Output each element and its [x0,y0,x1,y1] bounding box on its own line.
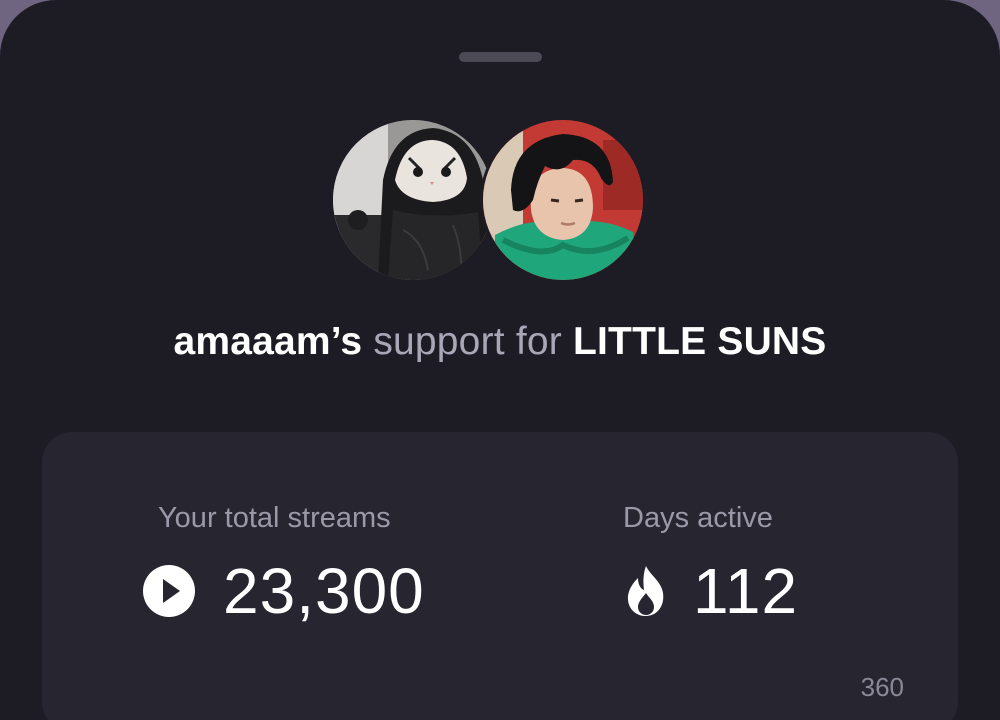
sheet-drag-handle[interactable] [459,52,542,62]
user-avatar-image [333,120,493,280]
total-streams-value: 23,300 [223,555,425,627]
bottom-sheet: amaaam’s support for LITTLE SUNS Your to… [0,0,1000,720]
flame-icon [627,566,664,616]
avatar-group [0,117,1000,288]
page-title: amaaam’s support for LITTLE SUNS [0,318,1000,366]
artist-avatar [480,117,646,283]
chart-axis-tick: 360 [860,672,904,702]
artist-name: LITTLE SUNS [572,320,827,363]
total-streams-stat: 23,300 [142,554,425,628]
play-icon [143,565,195,617]
artist-avatar-image [483,120,643,280]
days-active-stat: 112 [623,554,798,628]
user-avatar [333,120,493,280]
days-active-label: Days active [623,502,773,534]
days-active-value: 112 [693,555,799,627]
total-streams-label: Your total streams [158,502,391,534]
title-connector: support for [362,320,573,363]
stats-card: Your total streams 23,300 Days active 11… [42,432,958,720]
username: amaaam’s [173,320,363,363]
